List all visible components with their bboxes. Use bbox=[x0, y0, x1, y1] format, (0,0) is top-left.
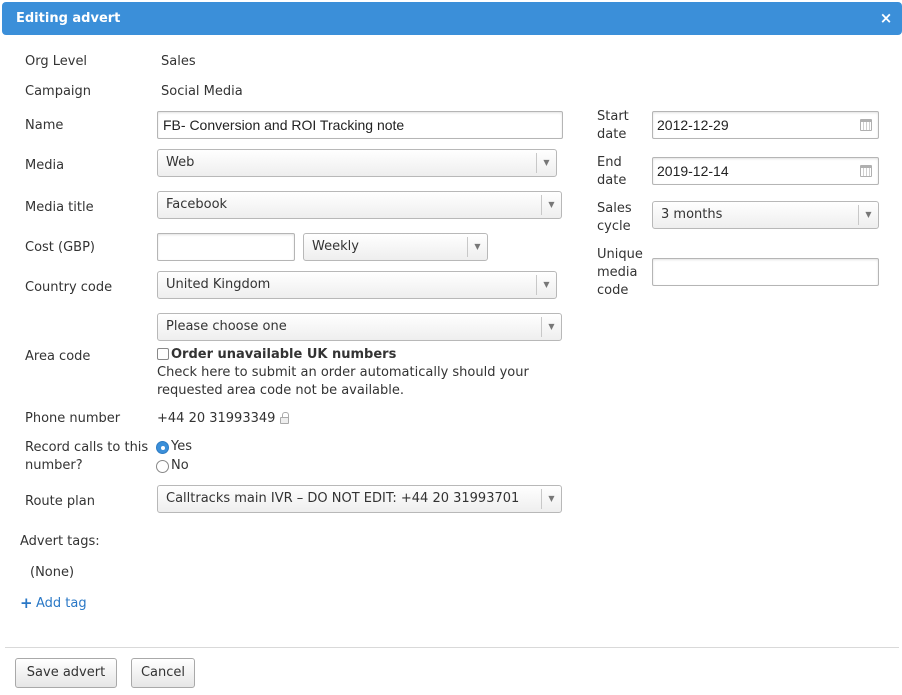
calendar-icon[interactable] bbox=[860, 165, 872, 177]
org-level-value: Sales bbox=[161, 54, 196, 69]
sales-cycle-label-line2: cycle bbox=[597, 219, 631, 234]
name-input[interactable]: FB- Conversion and ROI Tracking note bbox=[157, 111, 563, 139]
sales-cycle-value: 3 months bbox=[661, 207, 723, 222]
footer-divider bbox=[5, 647, 899, 648]
cancel-button[interactable]: Cancel bbox=[131, 658, 195, 688]
lock-icon bbox=[280, 412, 289, 424]
area-code-select[interactable]: Please choose one ▼ bbox=[157, 313, 562, 341]
chevron-down-icon: ▼ bbox=[541, 195, 561, 215]
cost-input[interactable] bbox=[157, 233, 295, 261]
route-plan-label: Route plan bbox=[25, 494, 95, 509]
country-code-select[interactable]: United Kingdom ▼ bbox=[157, 271, 557, 299]
end-date-input[interactable]: 2019-12-14 bbox=[652, 157, 879, 185]
start-date-label-line1: Start bbox=[597, 109, 629, 124]
cost-label: Cost (GBP) bbox=[25, 240, 96, 255]
record-calls-yes-label[interactable]: Yes bbox=[171, 439, 192, 454]
cost-period-value: Weekly bbox=[312, 239, 359, 254]
name-input-value: FB- Conversion and ROI Tracking note bbox=[163, 117, 405, 133]
route-plan-select[interactable]: Calltracks main IVR – DO NOT EDIT: +44 2… bbox=[157, 485, 562, 513]
advert-tags-label: Advert tags: bbox=[20, 534, 100, 549]
chevron-down-icon: ▼ bbox=[858, 205, 878, 225]
media-title-label: Media title bbox=[25, 200, 94, 215]
dialog-title: Editing advert bbox=[16, 11, 121, 26]
record-calls-no-label[interactable]: No bbox=[171, 458, 189, 473]
phone-number-value: +44 20 31993349 bbox=[157, 411, 276, 426]
sales-cycle-label-line1: Sales bbox=[597, 201, 632, 216]
area-code-label: Area code bbox=[25, 349, 91, 364]
cost-period-select[interactable]: Weekly ▼ bbox=[303, 233, 488, 261]
media-select[interactable]: Web ▼ bbox=[157, 149, 557, 177]
media-title-select-value: Facebook bbox=[166, 197, 228, 212]
unique-media-code-label-line3: code bbox=[597, 283, 629, 298]
unique-media-code-label-line1: Unique bbox=[597, 247, 643, 262]
start-date-value: 2012-12-29 bbox=[657, 117, 729, 133]
advert-tags-empty: (None) bbox=[30, 565, 75, 580]
start-date-input[interactable]: 2012-12-29 bbox=[652, 111, 879, 139]
country-code-value: United Kingdom bbox=[166, 277, 271, 292]
chevron-down-icon: ▼ bbox=[541, 489, 561, 509]
order-unavailable-label[interactable]: Order unavailable UK numbers bbox=[171, 347, 396, 362]
record-calls-label-line2: number? bbox=[25, 458, 83, 473]
phone-number-label: Phone number bbox=[25, 411, 121, 426]
route-plan-value: Calltracks main IVR – DO NOT EDIT: +44 2… bbox=[166, 491, 520, 506]
unique-media-code-label-line2: media bbox=[597, 265, 638, 280]
record-calls-no-radio[interactable] bbox=[156, 460, 169, 473]
start-date-label-line2: date bbox=[597, 127, 627, 142]
plus-icon[interactable]: + bbox=[20, 594, 33, 612]
end-date-value: 2019-12-14 bbox=[657, 163, 729, 179]
record-calls-yes-radio[interactable] bbox=[156, 441, 169, 454]
save-advert-button[interactable]: Save advert bbox=[15, 658, 117, 688]
campaign-value: Social Media bbox=[161, 84, 243, 99]
order-unavailable-checkbox[interactable] bbox=[157, 348, 169, 360]
dialog-titlebar: Editing advert × bbox=[2, 2, 902, 35]
org-level-label: Org Level bbox=[25, 54, 88, 69]
area-code-help-line1: Check here to submit an order automatica… bbox=[157, 365, 529, 380]
end-date-label-line2: date bbox=[597, 173, 627, 188]
area-code-help-line2: requested area code not be available. bbox=[157, 383, 405, 398]
chevron-down-icon: ▼ bbox=[536, 153, 556, 173]
add-tag-link[interactable]: Add tag bbox=[36, 596, 87, 611]
end-date-label-line1: End bbox=[597, 155, 622, 170]
area-code-value: Please choose one bbox=[166, 319, 287, 334]
close-icon[interactable]: × bbox=[878, 9, 894, 27]
media-select-value: Web bbox=[166, 155, 195, 170]
campaign-label: Campaign bbox=[25, 84, 92, 99]
media-title-select[interactable]: Facebook ▼ bbox=[157, 191, 562, 219]
media-label: Media bbox=[25, 158, 65, 173]
chevron-down-icon: ▼ bbox=[536, 275, 556, 295]
unique-media-code-input[interactable] bbox=[652, 258, 879, 286]
record-calls-label-line1: Record calls to this bbox=[25, 440, 149, 455]
country-code-label: Country code bbox=[25, 280, 113, 295]
chevron-down-icon: ▼ bbox=[467, 237, 487, 257]
calendar-icon[interactable] bbox=[860, 119, 872, 131]
sales-cycle-select[interactable]: 3 months ▼ bbox=[652, 201, 879, 229]
chevron-down-icon: ▼ bbox=[541, 317, 561, 337]
name-label: Name bbox=[25, 118, 64, 133]
